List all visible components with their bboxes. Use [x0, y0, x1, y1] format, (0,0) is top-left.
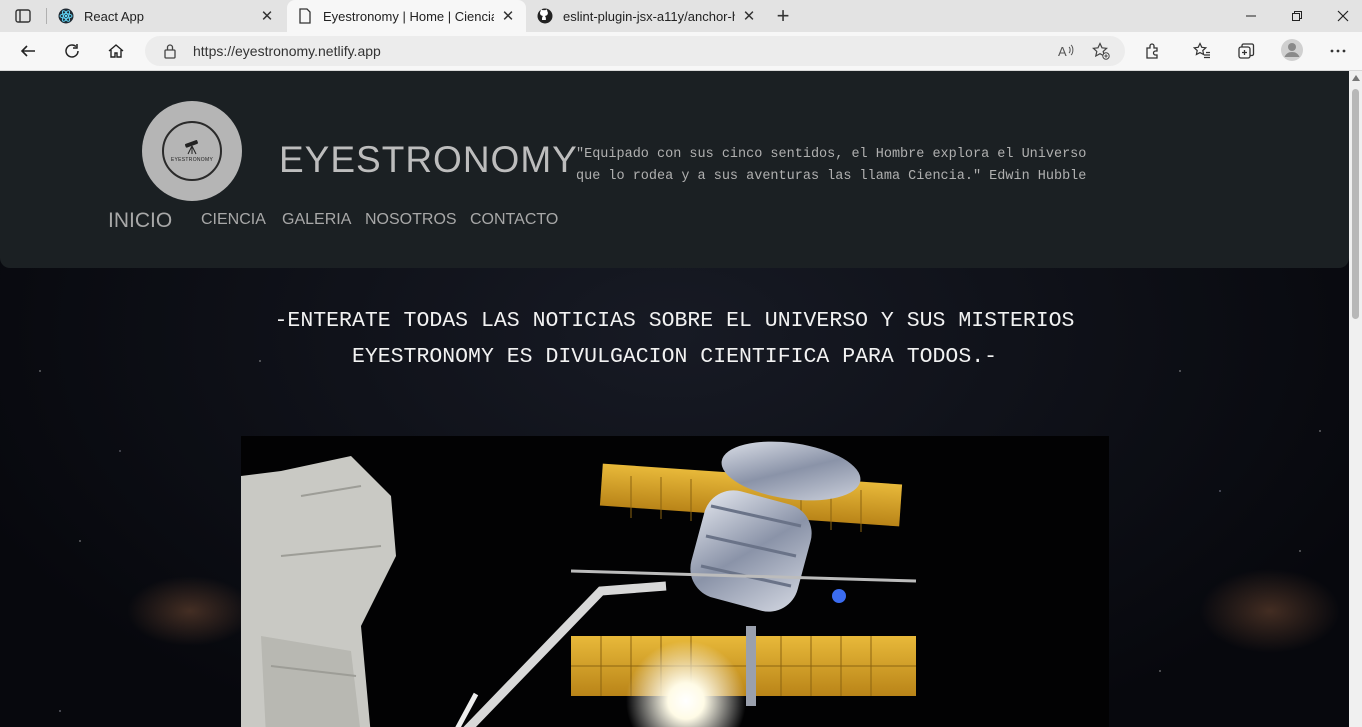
- page-scrollbar[interactable]: [1349, 71, 1362, 727]
- new-tab-button[interactable]: +: [772, 3, 794, 28]
- url-bar[interactable]: https://eyestronomy.netlify.app A: [145, 36, 1125, 66]
- site-header: EYESTRONOMY EYESTRONOMY "Equipado con su…: [0, 71, 1349, 268]
- add-favorite-icon[interactable]: [1092, 42, 1110, 60]
- extensions-icon[interactable]: [1143, 41, 1163, 61]
- tab-react-app[interactable]: React App ✕: [48, 0, 285, 32]
- read-aloud-icon[interactable]: A: [1057, 42, 1075, 60]
- headline-line: EYESTRONOMY ES DIVULGACION CIENTIFICA PA…: [351, 345, 998, 369]
- tab-bar: React App ✕ Eyestronomy | Home | Ciencia…: [0, 0, 1362, 32]
- tab-label: Eyestronomy | Home | Ciencia pa: [323, 8, 494, 24]
- nav-galeria[interactable]: GALERIA: [282, 211, 351, 229]
- headline-line: -ENTERATE TODAS LAS NOTICIAS SOBRE EL UN…: [274, 309, 1075, 333]
- close-icon[interactable]: ✕: [500, 8, 516, 25]
- svg-text:A: A: [1058, 44, 1067, 59]
- tab-eyestronomy[interactable]: Eyestronomy | Home | Ciencia pa ✕: [287, 0, 526, 32]
- tab-label: eslint-plugin-jsx-a11y/anchor-ha: [563, 8, 735, 24]
- github-icon: [537, 8, 553, 24]
- more-options-icon[interactable]: [1328, 41, 1348, 61]
- page-icon: [297, 8, 313, 24]
- nav-inicio[interactable]: INICIO: [108, 209, 172, 233]
- tab-actions-icon[interactable]: [14, 7, 32, 25]
- lock-icon[interactable]: [163, 43, 177, 64]
- favorites-icon[interactable]: [1192, 41, 1212, 61]
- quote-line: "Equipado con sus cinco sentidos, el Hom…: [576, 147, 1087, 162]
- site-logo[interactable]: EYESTRONOMY: [142, 101, 242, 201]
- tab-github[interactable]: eslint-plugin-jsx-a11y/anchor-ha ✕: [527, 0, 767, 32]
- hubble-telescope-illustration: [241, 436, 1109, 727]
- site-title: EYESTRONOMY: [279, 139, 578, 180]
- profile-avatar-icon[interactable]: [1280, 38, 1304, 62]
- telescope-icon: [184, 140, 198, 155]
- url-text[interactable]: https://eyestronomy.netlify.app: [193, 43, 381, 59]
- refresh-button[interactable]: [60, 39, 84, 63]
- close-icon[interactable]: ✕: [259, 8, 275, 25]
- nav-nosotros[interactable]: NOSOTROS: [365, 211, 457, 229]
- react-icon: [58, 8, 74, 24]
- tab-label: React App: [84, 8, 144, 24]
- home-button[interactable]: [104, 39, 128, 63]
- logo-emblem: EYESTRONOMY: [162, 121, 222, 181]
- scroll-up-arrow-icon[interactable]: [1352, 75, 1360, 81]
- headline: -ENTERATE TODAS LAS NOTICIAS SOBRE EL UN…: [0, 303, 1349, 375]
- address-bar: https://eyestronomy.netlify.app A: [0, 32, 1362, 71]
- nav-ciencia[interactable]: CIENCIA: [201, 211, 266, 229]
- back-button[interactable]: [16, 39, 40, 63]
- quote-line: que lo rodea y a sus aventuras las llama…: [576, 169, 1087, 184]
- collections-icon[interactable]: [1236, 41, 1256, 61]
- minimize-button[interactable]: [1228, 0, 1274, 32]
- restore-button[interactable]: [1274, 0, 1320, 32]
- nav-contacto[interactable]: CONTACTO: [470, 211, 558, 229]
- tab-separator: [46, 8, 47, 24]
- logo-text: EYESTRONOMY: [170, 157, 214, 163]
- page-viewport: EYESTRONOMY EYESTRONOMY "Equipado con su…: [0, 71, 1349, 727]
- hero-image-hubble-telescope: [241, 436, 1109, 727]
- scrollbar-thumb[interactable]: [1352, 89, 1359, 319]
- close-icon[interactable]: ✕: [741, 8, 757, 25]
- hubble-quote: "Equipado con sus cinco sentidos, el Hom…: [576, 144, 1136, 188]
- close-window-button[interactable]: [1320, 0, 1362, 32]
